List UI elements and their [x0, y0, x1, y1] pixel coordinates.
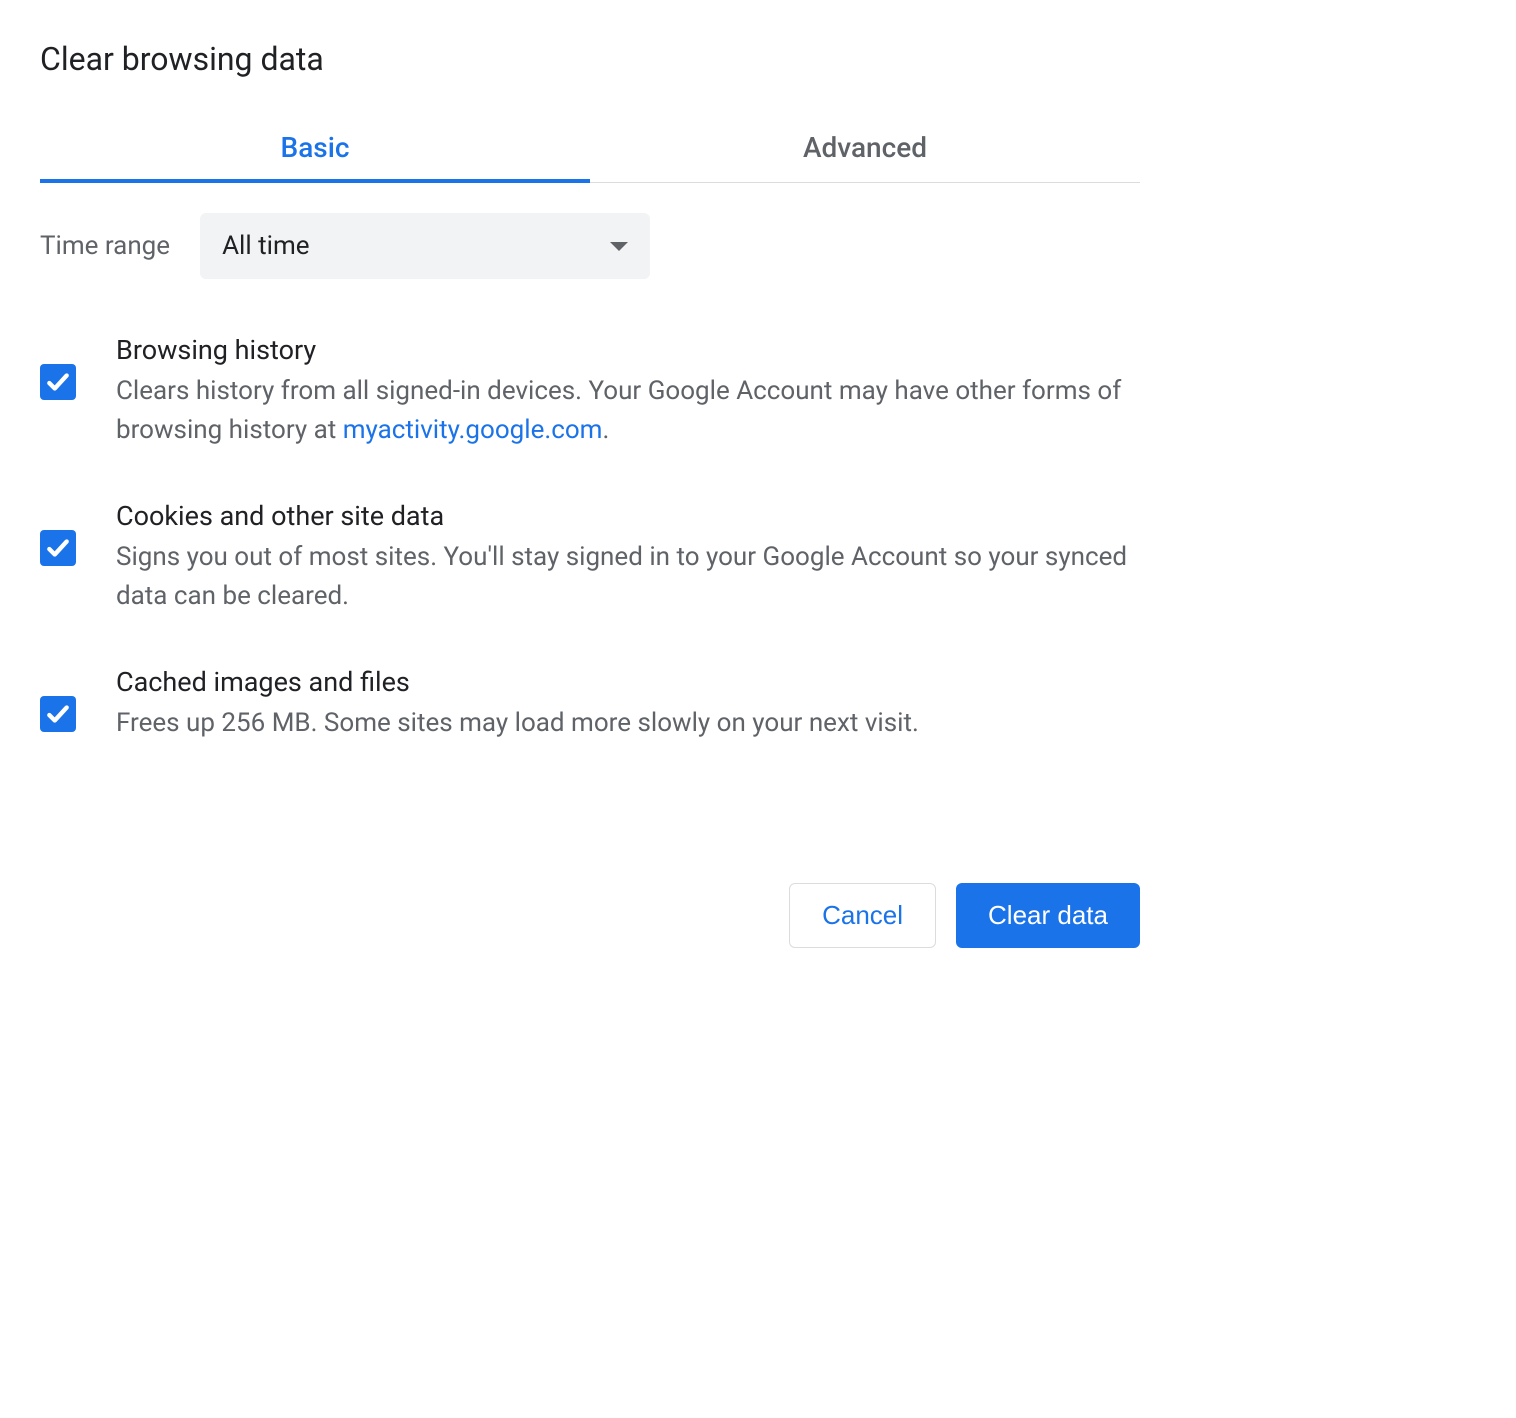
option-desc-cache: Frees up 256 MB. Some sites may load mor… [116, 704, 1140, 743]
time-range-label: Time range [40, 231, 170, 261]
chevron-down-icon [610, 242, 628, 251]
tab-basic[interactable]: Basic [40, 113, 590, 182]
desc-prefix: Clears history from all signed-in device… [116, 376, 1121, 445]
dialog-buttons: Cancel Clear data [40, 883, 1140, 948]
option-cache: Cached images and files Frees up 256 MB.… [40, 666, 1140, 743]
option-desc-browsing-history: Clears history from all signed-in device… [116, 372, 1140, 450]
option-title-browsing-history: Browsing history [116, 334, 1140, 366]
option-text: Cached images and files Frees up 256 MB.… [116, 666, 1140, 743]
checkmark-icon [45, 535, 71, 561]
time-range-value: All time [222, 231, 309, 261]
option-text: Browsing history Clears history from all… [116, 334, 1140, 450]
clear-data-button[interactable]: Clear data [956, 883, 1140, 948]
dialog-title: Clear browsing data [40, 40, 1140, 78]
checkbox-browsing-history[interactable] [40, 364, 76, 400]
checkmark-icon [45, 369, 71, 395]
myactivity-link[interactable]: myactivity.google.com [343, 415, 603, 445]
clear-browsing-data-dialog: Clear browsing data Basic Advanced Time … [40, 40, 1140, 948]
option-text: Cookies and other site data Signs you ou… [116, 500, 1140, 616]
tabs: Basic Advanced [40, 113, 1140, 183]
tab-advanced-label: Advanced [803, 131, 927, 164]
checkbox-cache[interactable] [40, 696, 76, 732]
time-range-row: Time range All time [40, 213, 1140, 279]
option-title-cookies: Cookies and other site data [116, 500, 1140, 532]
time-range-select[interactable]: All time [200, 213, 650, 279]
tab-basic-label: Basic [281, 131, 350, 164]
checkbox-cookies[interactable] [40, 530, 76, 566]
tab-advanced[interactable]: Advanced [590, 113, 1140, 182]
cancel-button[interactable]: Cancel [789, 883, 936, 948]
option-cookies: Cookies and other site data Signs you ou… [40, 500, 1140, 616]
option-title-cache: Cached images and files [116, 666, 1140, 698]
option-desc-cookies: Signs you out of most sites. You'll stay… [116, 538, 1140, 616]
option-browsing-history: Browsing history Clears history from all… [40, 334, 1140, 450]
desc-suffix: . [602, 415, 609, 445]
dialog-content: Time range All time Browsing history Cle… [40, 183, 1140, 948]
checkmark-icon [45, 701, 71, 727]
